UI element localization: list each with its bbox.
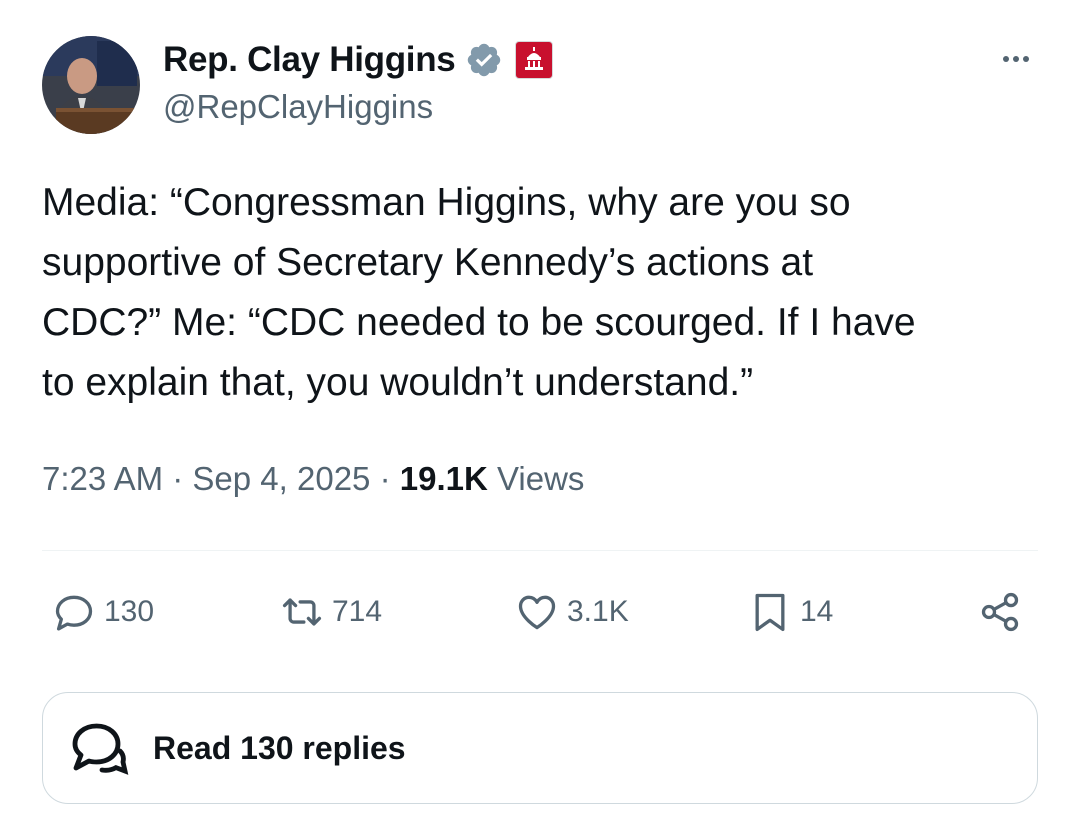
read-replies-label: Read 130 replies: [153, 729, 406, 766]
capitol-affiliation-icon[interactable]: [515, 41, 554, 79]
speech-bubbles-icon: [72, 723, 129, 775]
bookmark-icon: [755, 593, 785, 632]
like-count: 3.1K: [567, 595, 629, 628]
views-label: Views: [497, 460, 585, 497]
author-handle[interactable]: @RepClayHiggins: [163, 88, 433, 126]
repost-count: 714: [332, 595, 383, 628]
divider: [42, 550, 1038, 551]
reply-count: 130: [104, 595, 155, 628]
verified-badge-icon[interactable]: [465, 41, 503, 79]
share-icon: [981, 592, 1019, 632]
author-display-name[interactable]: Rep. Clay Higgins: [163, 40, 456, 80]
share-button[interactable]: [978, 586, 1022, 638]
repost-button[interactable]: 714: [280, 586, 382, 638]
meta-separator: ·: [379, 460, 391, 497]
tweet-text: Media: “Congressman Higgins, why are you…: [42, 181, 916, 404]
read-replies-button[interactable]: Read 130 replies: [42, 692, 1038, 804]
bookmark-button[interactable]: 14: [748, 586, 833, 638]
tweet-meta: 7:23 AM · Sep 4, 2025 · 19.1K Views: [42, 460, 584, 498]
views-count: 19.1K: [399, 460, 488, 497]
bookmark-count: 14: [800, 595, 834, 628]
avatar[interactable]: [42, 36, 140, 134]
repost-icon: [282, 598, 322, 626]
tweet-time[interactable]: 7:23 AM: [42, 460, 163, 497]
tweet-date[interactable]: Sep 4, 2025: [192, 460, 370, 497]
meta-separator: ·: [172, 460, 184, 497]
more-icon[interactable]: [998, 44, 1034, 74]
like-button[interactable]: 3.1K: [515, 586, 629, 638]
reply-icon: [55, 595, 93, 631]
reply-button[interactable]: 130: [52, 586, 154, 638]
author-name-row: Rep. Clay Higgins: [163, 38, 554, 82]
like-icon: [518, 595, 556, 630]
